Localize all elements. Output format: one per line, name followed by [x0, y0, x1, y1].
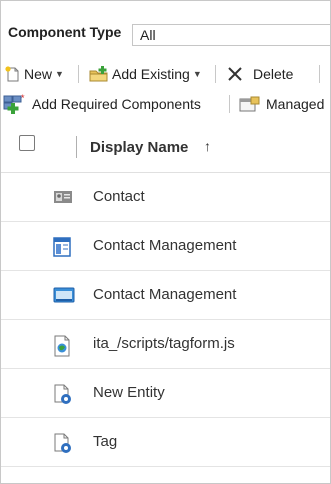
managed-properties-button[interactable]: Managed — [239, 92, 324, 116]
new-button[interactable]: New ▼ — [4, 62, 64, 86]
display-name-column-header[interactable]: Display Name — [90, 139, 188, 156]
solution-components-panel: Component Type All New ▼ Add Existing ▼ … — [0, 0, 331, 484]
table-row[interactable]: Contact Management — [1, 271, 330, 320]
row-label: ita_/scripts/tagform.js — [93, 335, 235, 352]
new-button-label: New — [24, 66, 53, 82]
add-folder-icon — [88, 65, 110, 83]
table-row[interactable]: New Entity — [1, 369, 330, 418]
toolbar-divider — [319, 65, 320, 83]
row-label: New Entity — [93, 384, 165, 401]
add-existing-label: Add Existing — [112, 66, 190, 82]
toolbar-primary: New ▼ Add Existing ▼ Delete — [1, 62, 330, 86]
row-label: Contact Management — [93, 286, 237, 303]
component-type-select[interactable]: All — [132, 24, 330, 46]
select-all-checkbox[interactable] — [19, 135, 35, 151]
toolbar-divider — [229, 95, 230, 113]
new-document-icon — [4, 65, 22, 83]
delete-label: Delete — [253, 66, 294, 82]
filter-row: Component Type All — [1, 1, 330, 63]
sort-ascending-icon[interactable]: ↑ — [204, 138, 211, 154]
chevron-down-icon: ▼ — [192, 69, 202, 79]
toolbar-divider — [78, 65, 79, 83]
toolbar-secondary: * Add Required Components Managed — [1, 92, 330, 116]
table-row[interactable]: Contact — [1, 173, 330, 222]
add-existing-button[interactable]: Add Existing ▼ — [88, 62, 202, 86]
toolbar-divider — [215, 65, 216, 83]
entity-gear-icon — [53, 433, 71, 453]
add-required-label: Add Required Components — [32, 96, 201, 112]
add-required-icon: * — [3, 93, 27, 114]
contact-card-icon — [53, 188, 72, 206]
row-label: Contact Management — [93, 237, 237, 254]
table-row[interactable]: ita_/scripts/tagform.js — [1, 320, 330, 369]
delete-x-icon — [226, 65, 244, 83]
row-label: Contact — [93, 188, 145, 205]
entity-gear-icon — [53, 384, 71, 404]
script-file-icon — [53, 335, 71, 357]
svg-text:*: * — [21, 94, 25, 103]
component-type-label: Component Type — [8, 24, 122, 40]
managed-label: Managed — [266, 96, 325, 112]
form-icon — [53, 237, 71, 257]
chevron-down-icon: ▼ — [55, 69, 64, 79]
table-row[interactable]: Tag — [1, 418, 330, 467]
row-label: Tag — [93, 433, 118, 450]
column-divider — [76, 136, 77, 158]
table-row[interactable]: Contact Management — [1, 222, 330, 271]
managed-properties-icon — [239, 95, 261, 113]
view-icon — [53, 286, 75, 304]
add-required-components-button[interactable]: * Add Required Components — [3, 92, 201, 116]
component-list: Contact Contact Management Contact Manag… — [1, 173, 330, 467]
delete-button[interactable]: Delete — [226, 62, 293, 86]
